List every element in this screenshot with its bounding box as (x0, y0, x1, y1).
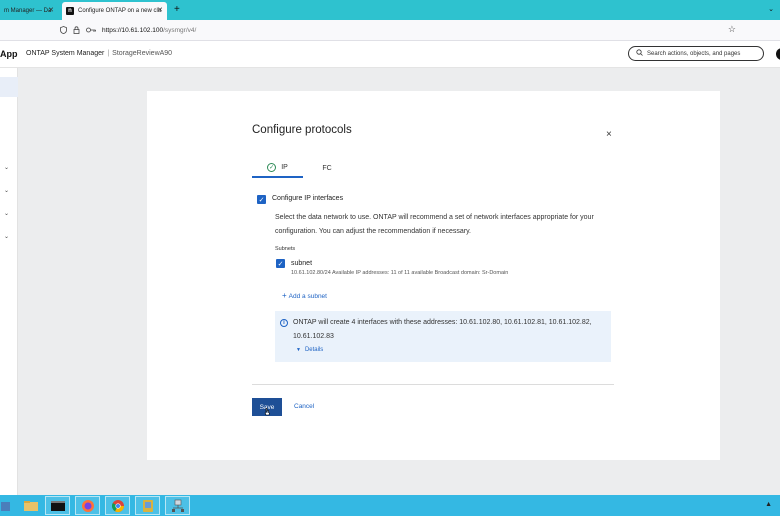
lock-icon (73, 25, 80, 36)
plus-icon: + (282, 291, 287, 300)
browser-tab-system-manager[interactable]: m Manager — Da ✕ (0, 2, 58, 20)
app-title: ONTAP System Manager | StorageReviewA90 (26, 50, 172, 57)
search-icon (636, 49, 643, 58)
details-toggle[interactable]: ▼ Details (296, 347, 323, 353)
firefox-icon[interactable] (75, 496, 100, 515)
title-separator: | (107, 50, 110, 57)
subnet-checkbox[interactable]: ✓ (276, 259, 285, 268)
file-explorer-icon[interactable] (18, 496, 43, 515)
add-subnet-label: Add a subnet (288, 293, 327, 300)
divider (252, 384, 614, 385)
tab-label: IP (281, 163, 288, 171)
subnet-name: subnet (291, 260, 313, 267)
check-circle-icon: ✓ (267, 162, 277, 172)
taskbar-app-icon[interactable] (0, 496, 17, 515)
shield-icon (60, 25, 67, 36)
browser-address-bar: https://10.61.102.100/sysmgr/v4/ ☆ (0, 20, 780, 41)
left-navigation: ⌄ ⌄ ⌄ ⌄ (0, 68, 18, 495)
details-label: Details (304, 347, 324, 353)
browser-tab-label: m Manager — Da (4, 8, 52, 14)
dialog-title: Configure protocols (252, 124, 352, 136)
description-text: Select the data network to use. ONTAP wi… (275, 214, 594, 221)
browser-tab-strip: m Manager — Da ✕ n Configure ONTAP on a … (0, 0, 780, 20)
url-path: /sysmgr/v4/ (163, 27, 197, 34)
subnet-details: 10.61.102.80/24 Available IP addresses: … (291, 270, 509, 276)
hand-cursor-icon (264, 408, 270, 416)
tab-fc[interactable]: FC (313, 158, 341, 178)
cluster-name: StorageReviewA90 (112, 50, 173, 57)
chrome-icon[interactable] (105, 496, 130, 515)
add-subnet-link[interactable]: + Add a subnet (282, 291, 327, 300)
bookmark-star-icon[interactable]: ☆ (728, 24, 736, 35)
global-search-input[interactable]: Search actions, objects, and pages (628, 46, 764, 61)
app-launcher-icon[interactable] (135, 496, 160, 515)
description-text: configuration. You can adjust the recomm… (275, 228, 471, 235)
url-field[interactable]: https://10.61.102.100/sysmgr/v4/ (60, 23, 740, 38)
interface-info-box: i ONTAP will create 4 interfaces with th… (275, 311, 611, 362)
brand-logo: App (0, 49, 18, 59)
info-icon: i (280, 319, 288, 327)
subnets-header: Subnets (275, 246, 296, 252)
info-text: ONTAP will create 4 interfaces with thes… (293, 319, 592, 326)
network-icon[interactable] (165, 496, 190, 515)
app-header: App ONTAP System Manager | StorageReviewA9… (0, 41, 780, 68)
nav-item-selected[interactable] (0, 77, 18, 97)
browser-tab-configure-ontap[interactable]: n Configure ONTAP on a new clu ✕ (62, 2, 167, 20)
app-name: ONTAP System Manager (26, 50, 105, 57)
key-icon (86, 27, 96, 35)
chevron-down-icon[interactable]: ⌄ (4, 187, 9, 194)
chevron-down-icon[interactable]: ⌄ (4, 210, 9, 217)
chevron-down-icon[interactable]: ⌄ (4, 233, 9, 240)
os-taskbar: ▲ (0, 495, 780, 516)
user-avatar[interactable] (776, 48, 780, 60)
search-placeholder: Search actions, objects, and pages (647, 50, 741, 57)
tray-chevron-up-icon[interactable]: ▲ (765, 501, 772, 508)
chevron-down-icon[interactable]: ⌄ (4, 164, 9, 171)
tab-ip[interactable]: ✓ IP (252, 158, 303, 178)
configure-protocols-dialog: Configure protocols × ✓ IP FC ✓ Configur… (147, 91, 720, 460)
chevron-down-icon: ▼ (296, 347, 301, 353)
terminal-icon[interactable] (45, 496, 70, 515)
close-icon[interactable]: × (606, 129, 612, 140)
new-tab-plus-icon[interactable]: + (174, 4, 180, 15)
info-text: 10.61.102.83 (293, 333, 334, 340)
url-host: https://10.61.102.100 (102, 27, 164, 34)
tab-label: FC (322, 164, 332, 172)
chevron-down-icon[interactable]: ⌄ (768, 5, 774, 13)
cancel-button[interactable]: Cancel (294, 403, 314, 410)
configure-ip-checkbox[interactable]: ✓ (257, 195, 266, 204)
netapp-favicon-icon: n (66, 7, 74, 15)
browser-tab-label: Configure ONTAP on a new clu (78, 8, 162, 14)
close-icon[interactable]: ✕ (157, 6, 163, 14)
close-icon[interactable]: ✕ (48, 6, 54, 14)
configure-ip-label: Configure IP interfaces (272, 195, 344, 202)
